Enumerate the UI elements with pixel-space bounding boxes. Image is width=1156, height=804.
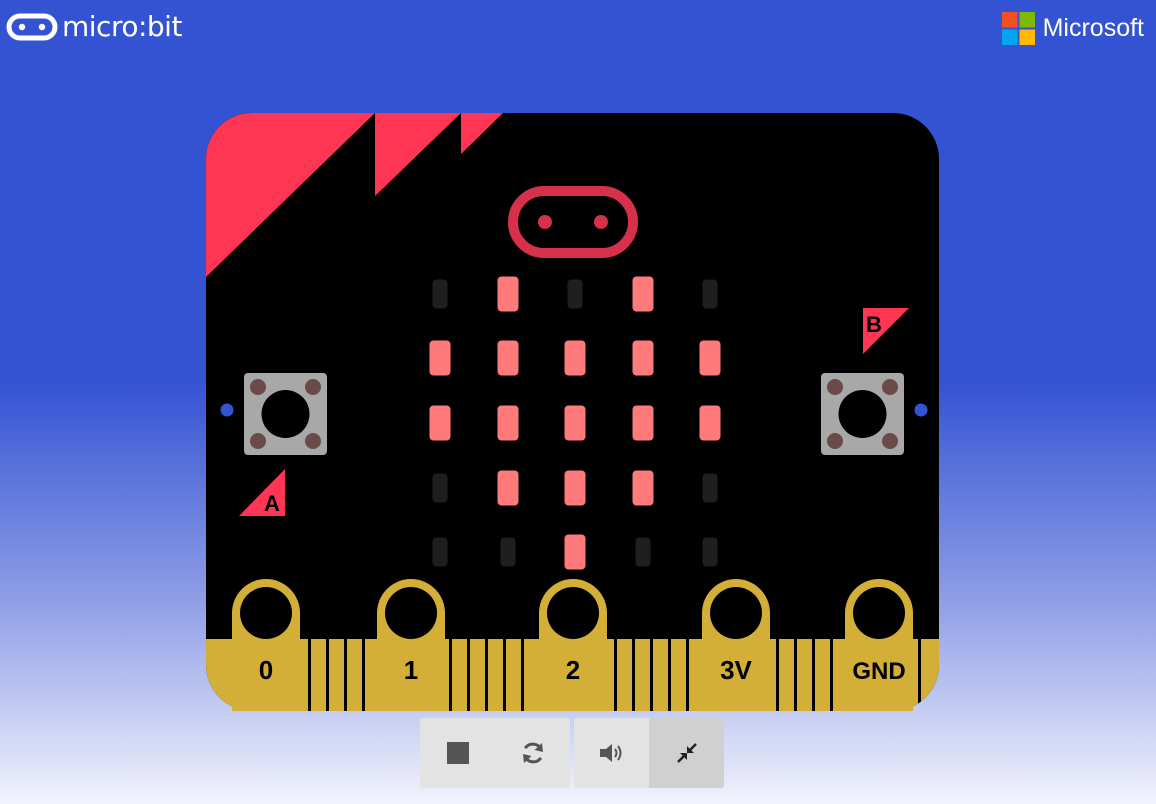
simulator-controls	[420, 718, 724, 788]
pin-label: 3V	[720, 655, 752, 685]
microbit-logo-icon	[6, 13, 58, 40]
pin-label: 2	[566, 655, 580, 685]
led-off	[702, 537, 718, 567]
connector-stripe	[812, 639, 815, 711]
led-off	[500, 537, 516, 567]
connector-stripe	[776, 639, 779, 711]
led-on	[699, 340, 721, 376]
connector-stripe	[794, 639, 797, 711]
led-on	[497, 470, 519, 506]
pin-label: GND	[852, 658, 905, 685]
led-off	[432, 279, 448, 309]
led-on	[632, 276, 654, 312]
pin-gnd[interactable]: GND	[845, 579, 913, 711]
connector-stripe	[449, 639, 452, 711]
led-on	[564, 405, 586, 441]
speaker-icon	[599, 744, 621, 762]
led-off	[702, 279, 718, 309]
connector-stripe	[344, 639, 347, 711]
button-b-label: B	[866, 312, 882, 337]
pin-0[interactable]: 0	[232, 579, 300, 711]
exit-fullscreen-button[interactable]	[649, 718, 724, 788]
led-on	[632, 470, 654, 506]
run-controls	[420, 718, 570, 788]
led-off	[635, 537, 651, 567]
microbit-brand: micro:bit	[6, 10, 182, 43]
microbit-board: A B 0 1 2 3V GND	[206, 113, 939, 711]
led-off	[702, 473, 718, 503]
collapse-icon	[676, 743, 697, 763]
connector-stripe	[308, 639, 311, 711]
button-a-label: A	[264, 491, 280, 516]
connector-stripe	[686, 639, 689, 711]
connector-stripe	[485, 639, 488, 711]
connector-stripe	[918, 639, 921, 711]
connector-stripe	[503, 639, 506, 711]
connector-stripe	[362, 639, 365, 711]
right-edge-dot	[914, 403, 928, 417]
led-on	[497, 405, 519, 441]
led-on	[632, 405, 654, 441]
connector-stripe	[614, 639, 617, 711]
led-off	[432, 473, 448, 503]
stop-icon	[446, 742, 469, 764]
brand-name: micro:bit	[62, 10, 182, 43]
stop-button[interactable]	[420, 718, 495, 788]
led-on	[564, 470, 586, 506]
sound-button[interactable]	[574, 718, 649, 788]
led-on	[429, 340, 451, 376]
led-on	[497, 340, 519, 376]
button-b[interactable]	[821, 373, 904, 455]
button-a[interactable]	[244, 373, 327, 455]
connector-stripe	[467, 639, 470, 711]
connector-stripe	[632, 639, 635, 711]
led-on	[564, 340, 586, 376]
connector-stripe	[668, 639, 671, 711]
pin-1[interactable]: 1	[377, 579, 445, 711]
connector-stripe	[650, 639, 653, 711]
led-off	[432, 537, 448, 567]
connector-stripe	[521, 639, 524, 711]
microsoft-brand: Microsoft	[1001, 12, 1144, 45]
pin-2[interactable]: 2	[539, 579, 607, 711]
led-on	[699, 405, 721, 441]
led-on	[429, 405, 451, 441]
led-on	[632, 340, 654, 376]
microsoft-logo-icon	[1001, 12, 1035, 45]
connector-stripe	[830, 639, 833, 711]
led-on	[564, 534, 586, 570]
left-edge-dot	[220, 403, 234, 417]
restart-icon	[522, 742, 543, 764]
pin-label: 1	[404, 655, 418, 685]
pin-label: 0	[259, 655, 273, 685]
restart-button[interactable]	[495, 718, 570, 788]
led-off	[567, 279, 583, 309]
view-controls	[574, 718, 724, 788]
connector-stripe	[326, 639, 329, 711]
pin-3v[interactable]: 3V	[702, 579, 770, 711]
led-on	[497, 276, 519, 312]
partner-name: Microsoft	[1042, 14, 1144, 42]
